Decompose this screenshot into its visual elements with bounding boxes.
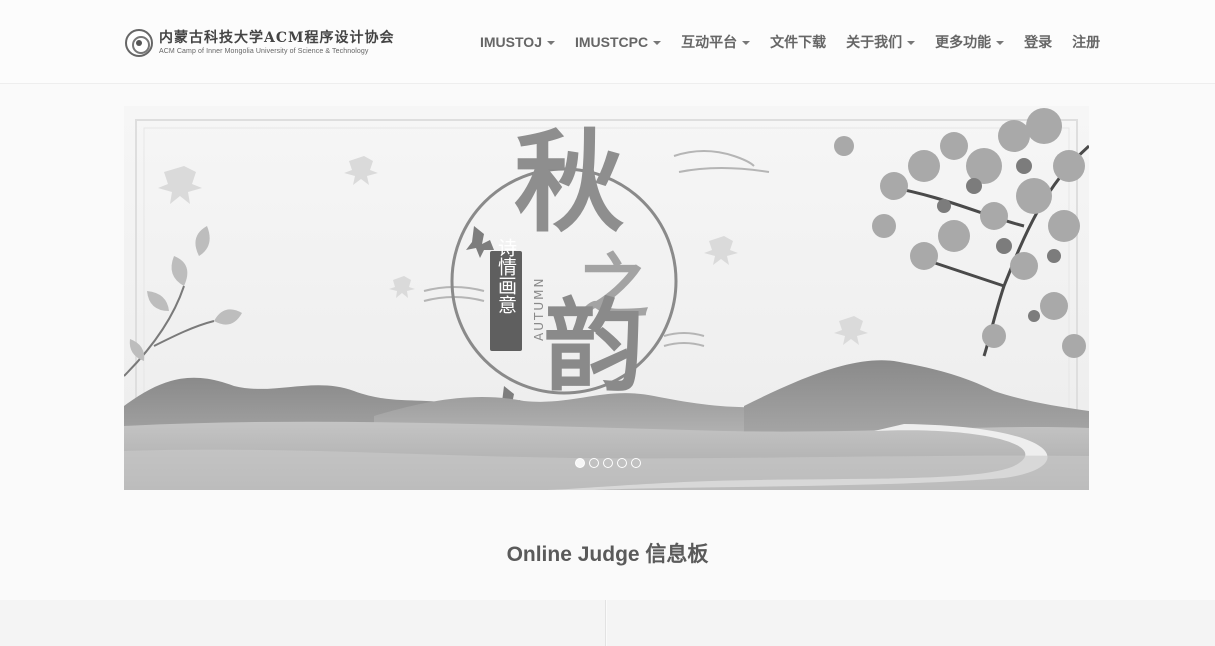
caret-down-icon [546, 40, 555, 45]
nav-more[interactable]: 更多功能 [925, 32, 1014, 52]
caret-down-icon [907, 40, 916, 45]
nav-download-label: 文件下载 [770, 34, 827, 50]
nav-login-label: 登录 [1024, 34, 1053, 50]
carousel-dot-3[interactable] [603, 458, 613, 468]
nav-imustcpc[interactable]: IMUSTCPC [565, 34, 671, 50]
carousel-dot-2[interactable] [589, 458, 599, 468]
nav-about-label: 关于我们 [846, 34, 903, 50]
carousel-indicators [575, 458, 641, 468]
caret-down-icon [742, 40, 751, 45]
banner-carousel[interactable]: 秋 之 韵 诗情画意 AUTUMN [124, 106, 1089, 490]
logo-emblem-icon [125, 29, 153, 57]
caret-down-icon [996, 40, 1005, 45]
carousel-dot-5[interactable] [631, 458, 641, 468]
logo-title-cn: 内蒙古科技大学ACM程序设计协会 [159, 30, 395, 46]
caret-down-icon [653, 40, 662, 45]
nav-interact[interactable]: 互动平台 [671, 32, 760, 52]
banner-char-1: 秋 [514, 118, 624, 247]
carousel-dot-1[interactable] [575, 458, 585, 468]
nav-imustcpc-label: IMUSTCPC [574, 34, 649, 50]
section-title: Online Judge 信息板 [506, 543, 709, 566]
banner-char-3: 韵 [544, 287, 644, 405]
nav-register[interactable]: 注册 [1062, 32, 1110, 52]
nav-more-label: 更多功能 [935, 34, 992, 50]
nav-login[interactable]: 登录 [1014, 32, 1062, 52]
nav-interact-label: 互动平台 [681, 34, 738, 50]
site-logo[interactable]: 内蒙古科技大学ACM程序设计协会 ACM Camp of Inner Mongo… [125, 27, 395, 59]
site-header: 内蒙古科技大学ACM程序设计协会 ACM Camp of Inner Mongo… [0, 0, 1215, 84]
nav-register-label: 注册 [1072, 34, 1101, 50]
logo-title-en: ACM Camp of Inner Mongolia University of… [159, 48, 369, 55]
banner-subtitle: 诗情画意 [495, 238, 517, 314]
banner-image: 秋 之 韵 诗情画意 AUTUMN [124, 106, 1089, 490]
nav-download[interactable]: 文件下载 [760, 32, 836, 52]
info-panel-left [0, 600, 606, 646]
nav-imustoj-label: IMUSTOJ [480, 34, 542, 50]
logo-text: 内蒙古科技大学ACM程序设计协会 ACM Camp of Inner Mongo… [159, 31, 395, 55]
info-panel-right [607, 600, 1215, 646]
banner-en-word: AUTUMN [532, 277, 546, 341]
main-nav: IMUSTOJ IMUSTCPC 互动平台 文件下载 关于我们 更多功能 登录 … [470, 28, 1110, 56]
carousel-dot-4[interactable] [617, 458, 627, 468]
nav-about[interactable]: 关于我们 [836, 32, 925, 52]
nav-imustoj[interactable]: IMUSTOJ [470, 34, 565, 50]
